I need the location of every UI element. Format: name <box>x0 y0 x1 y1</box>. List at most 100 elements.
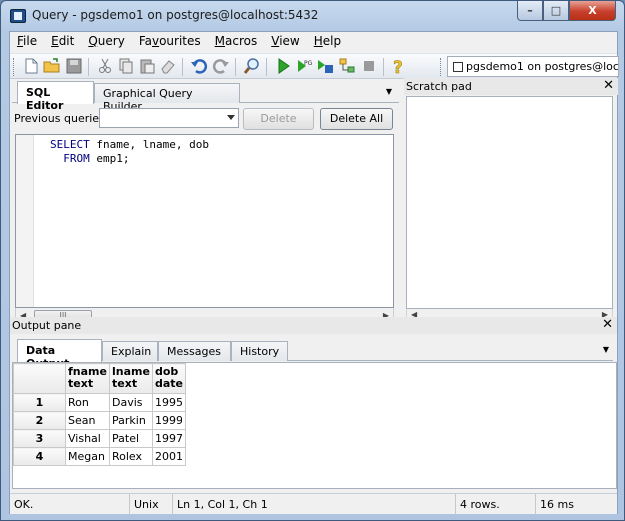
open-folder-icon[interactable] <box>43 57 61 75</box>
menu-bar: File Edit Query Favourites Macros View H… <box>10 32 617 52</box>
menu-favourites[interactable]: Favourites <box>132 32 208 52</box>
tab-sql-editor[interactable]: SQL Editor <box>17 81 94 112</box>
column-header-fname[interactable]: fname text <box>65 363 110 394</box>
menu-file[interactable]: File <box>10 32 44 52</box>
status-state: OK. <box>10 494 130 515</box>
output-tabs: Data Output Explain Messages History ▼ <box>17 339 613 370</box>
new-file-icon[interactable] <box>22 57 40 75</box>
status-cursor-position: Ln 1, Col 1, Ch 1 <box>173 494 456 515</box>
scratch-pad-close-icon[interactable]: ✕ <box>603 78 614 93</box>
previous-queries-select[interactable] <box>99 108 239 128</box>
toolbar-separator <box>182 58 183 76</box>
menu-help[interactable]: Help <box>307 32 348 52</box>
tab-graphical-query-builder[interactable]: Graphical Query Builder <box>94 83 240 113</box>
connection-select[interactable]: pgsdemo1 on postgres@localhost:5432 <box>447 56 619 77</box>
sql-editor[interactable]: SELECT fname, lname, dob FROM emp1; <box>15 134 394 308</box>
app-icon <box>10 9 26 23</box>
chevron-down-icon <box>227 115 235 120</box>
sql-code[interactable]: SELECT fname, lname, dob FROM emp1; <box>50 138 209 166</box>
toolbar-grip[interactable] <box>13 58 16 76</box>
previous-queries-row: Previous queries Delete Delete All <box>12 108 399 130</box>
table-cell[interactable]: 1997 <box>151 429 186 448</box>
menu-macros[interactable]: Macros <box>208 32 265 52</box>
table-cell[interactable]: 1995 <box>151 393 186 412</box>
output-pane-header: Output pane ✕ <box>10 317 617 334</box>
status-row-count: 4 rows. <box>456 494 536 515</box>
tab-explain[interactable]: Explain <box>102 341 158 361</box>
explain-icon[interactable] <box>338 57 356 75</box>
table-cell[interactable]: 1999 <box>151 411 186 430</box>
cancel-query-icon[interactable] <box>360 57 378 75</box>
table-row[interactable]: 2 Sean Parkin 1999 <box>13 411 186 430</box>
table-cell[interactable]: Rolex <box>109 447 153 466</box>
table-header-row: fname text lname text dob date <box>13 363 186 394</box>
grid-corner[interactable] <box>13 363 66 394</box>
table-cell[interactable]: Parkin <box>109 411 153 430</box>
cut-icon[interactable] <box>96 57 114 75</box>
find-icon[interactable] <box>243 57 261 75</box>
delete-button[interactable]: Delete <box>243 108 314 130</box>
column-header-lname[interactable]: lname text <box>109 363 153 394</box>
column-header-dob[interactable]: dob date <box>151 363 186 394</box>
sql-panel: SQL Editor Graphical Query Builder ▼ Pre… <box>12 81 399 345</box>
tab-menu-icon[interactable]: ▼ <box>383 87 395 97</box>
table-cell[interactable]: Ron <box>65 393 110 412</box>
toolbar-separator <box>383 58 384 76</box>
paste-icon[interactable] <box>138 57 156 75</box>
connection-checkbox[interactable] <box>453 62 463 72</box>
table-cell[interactable]: Vishal <box>65 429 110 448</box>
output-pane-title: Output pane <box>12 319 82 332</box>
row-number[interactable]: 4 <box>13 447 66 466</box>
copy-icon[interactable] <box>117 57 135 75</box>
output-pane-close-icon[interactable]: ✕ <box>602 317 613 332</box>
window-title: Query - pgsdemo1 on postgres@localhost:5… <box>32 8 319 22</box>
toolbar-separator <box>235 58 236 76</box>
data-output-grid[interactable]: fname text lname text dob date 1 Ron Davis … <box>12 362 617 489</box>
scratch-pad-textarea[interactable] <box>406 96 613 309</box>
clear-icon[interactable] <box>159 57 177 75</box>
editor-gutter <box>16 135 34 307</box>
table-cell[interactable]: Davis <box>109 393 153 412</box>
table-cell[interactable]: Megan <box>65 447 110 466</box>
execute-to-file-icon[interactable] <box>316 57 334 75</box>
table-row[interactable]: 1 Ron Davis 1995 <box>13 393 186 412</box>
table-cell[interactable]: 2001 <box>151 447 186 466</box>
help-icon[interactable]: ? <box>390 57 408 79</box>
table-cell[interactable]: Sean <box>65 411 110 430</box>
undo-icon[interactable] <box>190 57 208 75</box>
row-number[interactable]: 2 <box>13 411 66 430</box>
scratch-pad: Scratch pad ✕ ◀ ▶ <box>404 78 618 345</box>
execute-icon[interactable] <box>274 57 292 75</box>
client-area: File Edit Query Favourites Macros View H… <box>9 31 619 515</box>
svg-text:?: ? <box>393 58 403 75</box>
row-number[interactable]: 1 <box>13 393 66 412</box>
redo-icon[interactable] <box>212 57 230 75</box>
table-cell[interactable]: Patel <box>109 429 153 448</box>
scratch-pad-title: Scratch pad <box>406 80 472 93</box>
status-bar: OK. Unix Ln 1, Col 1, Ch 1 4 rows. 16 ms <box>10 493 617 515</box>
previous-queries-label: Previous queries <box>14 112 105 125</box>
title-bar[interactable]: Query - pgsdemo1 on postgres@localhost:5… <box>1 1 624 31</box>
tab-messages[interactable]: Messages <box>158 341 231 361</box>
save-icon[interactable] <box>65 57 83 75</box>
toolbar: PG ? pgsdemo1 on postgres@localhost:5432 <box>10 53 619 79</box>
row-number[interactable]: 3 <box>13 429 66 448</box>
toolbar-grip[interactable] <box>440 58 443 76</box>
delete-all-button[interactable]: Delete All <box>320 108 393 130</box>
tab-history[interactable]: History <box>231 341 288 361</box>
execute-pgscript-icon[interactable]: PG <box>295 57 313 75</box>
status-query-time: 16 ms <box>540 498 574 511</box>
table-row[interactable]: 4 Megan Rolex 2001 <box>13 447 186 466</box>
menu-query[interactable]: Query <box>81 32 131 52</box>
tab-data-output[interactable]: Data Output <box>17 339 102 370</box>
close-button[interactable]: X <box>569 1 616 21</box>
result-table: fname text lname text dob date 1 Ron Davis … <box>13 363 186 466</box>
toolbar-separator <box>88 58 89 76</box>
menu-edit[interactable]: Edit <box>44 32 81 52</box>
minimize-button[interactable]: – <box>517 1 543 21</box>
table-row[interactable]: 3 Vishal Patel 1997 <box>13 429 186 448</box>
maximize-button[interactable]: □ <box>543 1 569 21</box>
menu-view[interactable]: View <box>264 32 306 52</box>
tab-menu-icon[interactable]: ▼ <box>600 345 612 355</box>
code-line: SELECT fname, lname, dob <box>50 138 209 151</box>
